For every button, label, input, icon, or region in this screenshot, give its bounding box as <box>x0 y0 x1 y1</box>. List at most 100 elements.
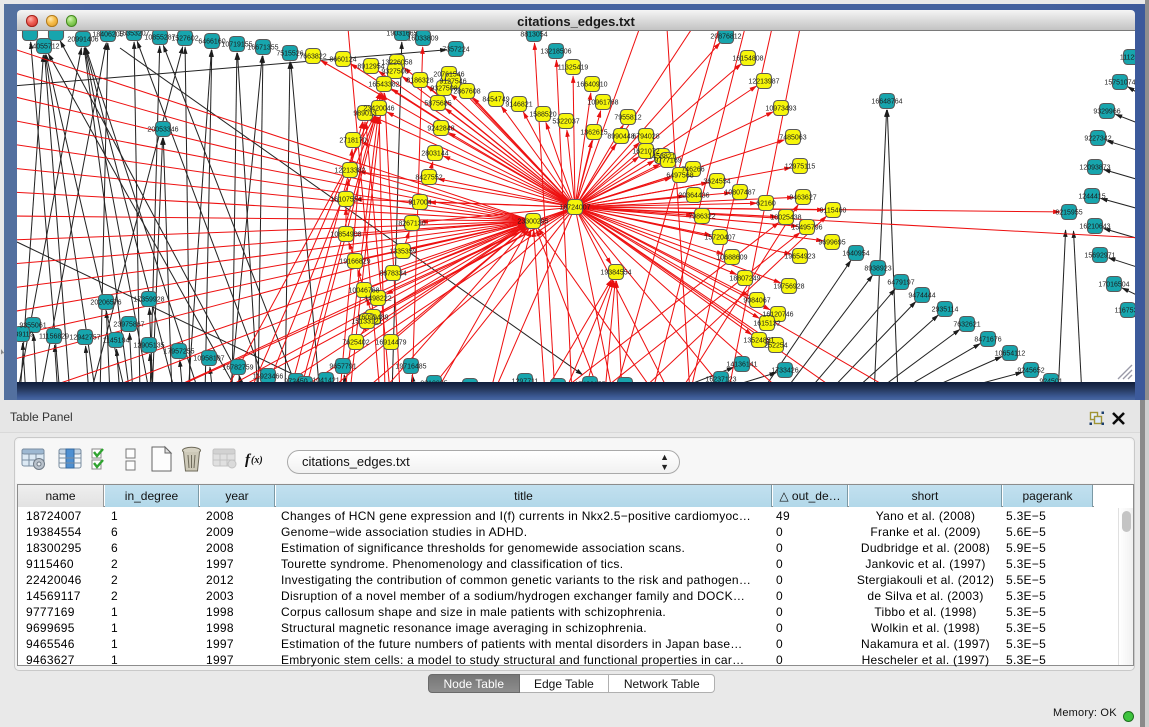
svg-text:9777169: 9777169 <box>654 158 681 165</box>
svg-text:14136141: 14136141 <box>726 362 757 369</box>
svg-text:6794028: 6794028 <box>632 134 659 141</box>
svg-text:20364436: 20364436 <box>678 193 709 200</box>
svg-text:16210643: 16210643 <box>1079 224 1110 231</box>
svg-text:2935114: 2935114 <box>932 307 959 314</box>
svg-text:20206576: 20206576 <box>90 300 121 307</box>
svg-text:1167533: 1167533 <box>1115 308 1135 315</box>
svg-text:16033809: 16033809 <box>407 36 438 43</box>
svg-text:9146821: 9146821 <box>505 102 532 109</box>
svg-text:17016504: 17016504 <box>1098 282 1129 289</box>
svg-text:1362615: 1362615 <box>580 130 607 137</box>
svg-text:8267130: 8267130 <box>398 221 425 228</box>
svg-text:8938923: 8938923 <box>864 266 891 273</box>
svg-text:23420046: 23420046 <box>363 106 394 113</box>
svg-text:(x): (x) <box>251 455 263 466</box>
svg-text:12093873: 12093873 <box>1079 165 1110 172</box>
svg-text:252254: 252254 <box>764 343 787 350</box>
svg-text:16914479: 16914479 <box>375 340 406 347</box>
svg-text:19716485: 19716485 <box>395 364 426 371</box>
svg-text:20053346: 20053346 <box>147 127 178 134</box>
svg-text:7625402: 7625402 <box>342 340 369 347</box>
svg-text:18724007: 18724007 <box>559 205 590 212</box>
svg-text:9327500: 9327500 <box>381 69 408 76</box>
svg-text:8186328: 8186328 <box>406 78 433 85</box>
svg-text:20876812: 20876812 <box>710 34 741 41</box>
svg-text:1640954: 1640954 <box>842 251 869 258</box>
svg-text:15133121: 15133121 <box>351 319 382 326</box>
svg-text:16107554: 16107554 <box>330 197 361 204</box>
svg-text:10807487: 10807487 <box>724 190 755 197</box>
svg-text:9227342: 9227342 <box>1084 136 1111 143</box>
svg-text:12213987: 12213987 <box>748 79 779 86</box>
svg-text:17359928: 17359928 <box>133 297 164 304</box>
svg-text:8215955: 8215955 <box>1055 210 1082 217</box>
svg-text:939119: 939119 <box>17 332 34 339</box>
svg-text:9355061: 9355061 <box>19 323 46 330</box>
svg-text:18807249: 18807249 <box>729 276 760 283</box>
svg-text:16640910: 16640910 <box>576 82 607 89</box>
svg-text:13218506: 13218506 <box>540 49 571 56</box>
svg-text:9245652: 9245652 <box>1017 368 1044 375</box>
svg-text:917004: 917004 <box>408 200 431 207</box>
svg-text:9463627: 9463627 <box>789 195 816 202</box>
svg-text:6479197: 6479197 <box>887 280 914 287</box>
svg-text:7986322: 7986322 <box>688 214 715 221</box>
svg-text:1527602: 1527602 <box>171 36 198 43</box>
svg-text:9699695: 9699695 <box>818 240 845 247</box>
svg-text:7955812: 7955812 <box>614 115 641 122</box>
svg-text:16671355: 16671355 <box>247 45 278 52</box>
svg-text:7357224: 7357224 <box>442 47 469 54</box>
svg-text:10958107: 10958107 <box>193 356 224 363</box>
svg-text:9657791: 9657791 <box>329 364 356 371</box>
svg-text:62160: 62160 <box>756 201 776 208</box>
svg-text:19654923: 19654923 <box>784 254 815 261</box>
svg-text:16120746: 16120746 <box>762 312 793 319</box>
svg-text:15720407: 15720407 <box>704 235 735 242</box>
svg-text:1588520: 1588520 <box>529 112 556 119</box>
svg-text:15692971: 15692971 <box>1084 253 1115 260</box>
svg-text:15751074: 15751074 <box>1104 80 1135 87</box>
svg-text:1615132: 1615132 <box>753 321 780 328</box>
svg-text:11923466: 11923466 <box>253 374 284 381</box>
svg-text:10854908: 10854908 <box>330 232 361 239</box>
svg-text:9115460: 9115460 <box>820 208 847 215</box>
svg-text:15495796: 15495796 <box>791 225 822 232</box>
svg-text:9084067: 9084067 <box>743 298 770 305</box>
svg-text:16154808: 16154808 <box>732 56 763 63</box>
svg-text:10046768: 10046768 <box>348 288 379 295</box>
svg-text:9474444: 9474444 <box>908 293 935 300</box>
svg-text:1335359: 1335359 <box>389 249 416 256</box>
svg-text:10973493: 10973493 <box>765 106 796 113</box>
svg-text:2867608: 2867608 <box>453 89 480 96</box>
svg-text:10688609: 10688609 <box>716 255 747 262</box>
svg-text:23300295: 23300295 <box>517 219 548 226</box>
svg-text:1244415: 1244415 <box>1078 194 1105 201</box>
svg-text:19384554: 19384554 <box>600 270 631 277</box>
svg-text:16648764: 16648764 <box>871 99 902 106</box>
svg-text:12942757: 12942757 <box>69 335 100 342</box>
svg-text:5875685: 5875685 <box>424 101 451 108</box>
svg-text:11325419: 11325419 <box>558 65 589 72</box>
svg-text:10025438: 10025438 <box>770 215 801 222</box>
svg-text:9127546: 9127546 <box>439 79 466 86</box>
svg-text:11156829: 11156829 <box>39 334 69 341</box>
svg-text:2718170: 2718170 <box>339 138 366 145</box>
svg-text:8878334: 8878334 <box>379 271 406 278</box>
svg-text:10961768: 10961768 <box>587 100 618 107</box>
svg-text:6497568: 6497568 <box>666 173 693 180</box>
svg-text:14055712: 14055712 <box>28 44 59 51</box>
svg-text:9329966: 9329966 <box>1093 109 1120 116</box>
svg-text:13226058: 13226058 <box>381 60 412 67</box>
svg-text:20761546: 20761546 <box>433 72 464 79</box>
svg-text:16543382: 16543382 <box>368 82 399 89</box>
svg-text:19756928: 19756928 <box>773 284 804 291</box>
svg-text:7663822: 7663822 <box>299 54 326 61</box>
svg-text:17957255: 17957255 <box>163 349 194 356</box>
svg-text:3624554: 3624554 <box>703 179 730 186</box>
svg-text:7485063: 7485063 <box>779 135 806 142</box>
svg-text:10654112: 10654112 <box>995 351 1026 358</box>
svg-text:12975115: 12975115 <box>785 164 816 171</box>
svg-text:8427552: 8427552 <box>415 175 442 182</box>
svg-text:19166829: 19166829 <box>339 259 370 266</box>
svg-text:12213382: 12213382 <box>334 168 365 175</box>
